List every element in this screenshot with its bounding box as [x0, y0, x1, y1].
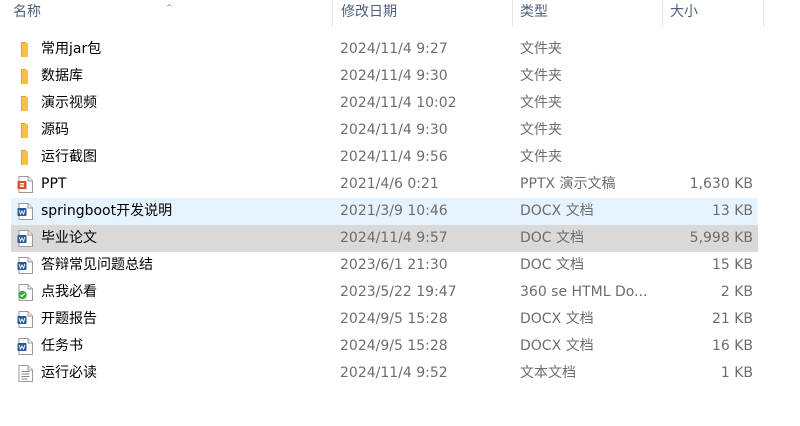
file-modified-date: 2024/11/4 9:57 — [340, 230, 448, 246]
file-size: 5,998 KB — [689, 230, 753, 246]
file-row[interactable]: 常用jar包 2024/11/4 9:27 文件夹 — [0, 36, 800, 63]
file-row[interactable]: 源码 2024/11/4 9:30 文件夹 — [0, 117, 800, 144]
file-name: 常用jar包 — [41, 41, 102, 57]
column-header-size-label: 大小 — [670, 4, 698, 20]
file-name: 运行截图 — [41, 149, 97, 165]
file-modified-date: 2024/9/5 15:28 — [340, 338, 448, 354]
file-name: 源码 — [41, 122, 69, 138]
sort-ascending-icon: ^ — [166, 3, 173, 12]
file-modified-date: 2024/11/4 9:30 — [340, 68, 448, 84]
file-type: DOC 文档 — [520, 230, 585, 246]
word-file-icon — [17, 230, 33, 247]
file-size: 1,630 KB — [689, 176, 753, 192]
file-name: 点我必看 — [41, 284, 97, 300]
file-list: 常用jar包 2024/11/4 9:27 文件夹 数据库 2024/11/4 9:30… — [0, 36, 800, 387]
file-type: 文本文档 — [520, 365, 576, 381]
file-name: 演示视频 — [41, 95, 97, 111]
file-name: PPT — [41, 176, 67, 192]
column-header-date[interactable]: 修改日期 — [332, 0, 512, 27]
file-name: 数据库 — [41, 68, 83, 84]
file-modified-date: 2023/6/1 21:30 — [340, 257, 448, 273]
file-row[interactable]: 数据库 2024/11/4 9:30 文件夹 — [0, 63, 800, 90]
file-modified-date: 2024/11/4 9:30 — [340, 122, 448, 138]
column-header-size[interactable]: 大小 — [662, 0, 764, 27]
file-modified-date: 2024/11/4 9:56 — [340, 149, 448, 165]
file-row[interactable]: 答辩常见问题总结 2023/6/1 21:30 DOC 文档 15 KB — [0, 252, 800, 279]
file-row[interactable]: springboot开发说明 2021/3/9 10:46 DOCX 文档 13 KB — [0, 198, 800, 225]
powerpoint-file-icon — [17, 176, 33, 193]
file-type: PPTX 演示文稿 — [520, 176, 616, 192]
file-type: DOCX 文档 — [520, 338, 594, 354]
file-row[interactable]: 运行必读 2024/11/4 9:52 文本文档 1 KB — [0, 360, 800, 387]
folder-icon — [17, 95, 33, 112]
file-name: 开题报告 — [41, 311, 97, 327]
file-modified-date: 2021/4/6 0:21 — [340, 176, 439, 192]
column-header-type[interactable]: 类型 — [512, 0, 662, 27]
file-row[interactable]: 点我必看 2023/5/22 19:47 360 se HTML Do... 2 KB — [0, 279, 800, 306]
file-name: springboot开发说明 — [41, 203, 173, 219]
file-name: 任务书 — [41, 338, 83, 354]
file-type: DOC 文档 — [520, 257, 585, 273]
file-modified-date: 2021/3/9 10:46 — [340, 203, 448, 219]
word-file-icon — [17, 338, 33, 355]
file-type: 360 se HTML Do... — [520, 284, 648, 300]
folder-icon — [17, 68, 33, 85]
file-modified-date: 2024/11/4 9:52 — [340, 365, 448, 381]
file-size: 1 KB — [720, 365, 753, 381]
file-size: 2 KB — [720, 284, 753, 300]
file-type: 文件夹 — [520, 41, 562, 57]
file-size: 13 KB — [711, 203, 753, 219]
file-modified-date: 2024/11/4 9:27 — [340, 41, 448, 57]
file-size: 21 KB — [711, 311, 753, 327]
word-file-icon — [17, 257, 33, 274]
file-name: 答辩常见问题总结 — [41, 257, 153, 273]
file-row[interactable]: 演示视频 2024/11/4 10:02 文件夹 — [0, 90, 800, 117]
file-size: 15 KB — [711, 257, 753, 273]
file-type: 文件夹 — [520, 122, 562, 138]
file-row[interactable]: PPT 2021/4/6 0:21 PPTX 演示文稿 1,630 KB — [0, 171, 800, 198]
column-header-name[interactable]: 名称 ^ — [0, 0, 332, 27]
file-explorer: 名称 ^ 修改日期 类型 大小 常用jar包 2024/11/4 9:27 文件夹数… — [0, 0, 800, 426]
folder-icon — [17, 41, 33, 58]
file-type: DOCX 文档 — [520, 203, 594, 219]
column-header-name-label: 名称 — [13, 4, 41, 20]
file-modified-date: 2023/5/22 19:47 — [340, 284, 457, 300]
file-row[interactable]: 运行截图 2024/11/4 9:56 文件夹 — [0, 144, 800, 171]
text-file-icon — [17, 365, 33, 382]
file-name: 毕业论文 — [41, 230, 97, 246]
word-file-icon — [17, 203, 33, 220]
folder-icon — [17, 122, 33, 139]
file-type: 文件夹 — [520, 95, 562, 111]
folder-icon — [17, 149, 33, 166]
column-header-date-label: 修改日期 — [341, 4, 397, 20]
file-type: 文件夹 — [520, 149, 562, 165]
file-size: 16 KB — [711, 338, 753, 354]
column-header-bar: 名称 ^ 修改日期 类型 大小 — [0, 0, 764, 27]
word-file-icon — [17, 311, 33, 328]
file-modified-date: 2024/11/4 10:02 — [340, 95, 457, 111]
file-name: 运行必读 — [41, 365, 97, 381]
file-row[interactable]: 任务书 2024/9/5 15:28 DOCX 文档 16 KB — [0, 333, 800, 360]
file-type: 文件夹 — [520, 68, 562, 84]
html-file-icon — [17, 284, 33, 301]
file-row[interactable]: 开题报告 2024/9/5 15:28 DOCX 文档 21 KB — [0, 306, 800, 333]
file-row[interactable]: 毕业论文 2024/11/4 9:57 DOC 文档 5,998 KB — [0, 225, 800, 252]
file-type: DOCX 文档 — [520, 311, 594, 327]
file-modified-date: 2024/9/5 15:28 — [340, 311, 448, 327]
column-header-type-label: 类型 — [520, 4, 548, 20]
